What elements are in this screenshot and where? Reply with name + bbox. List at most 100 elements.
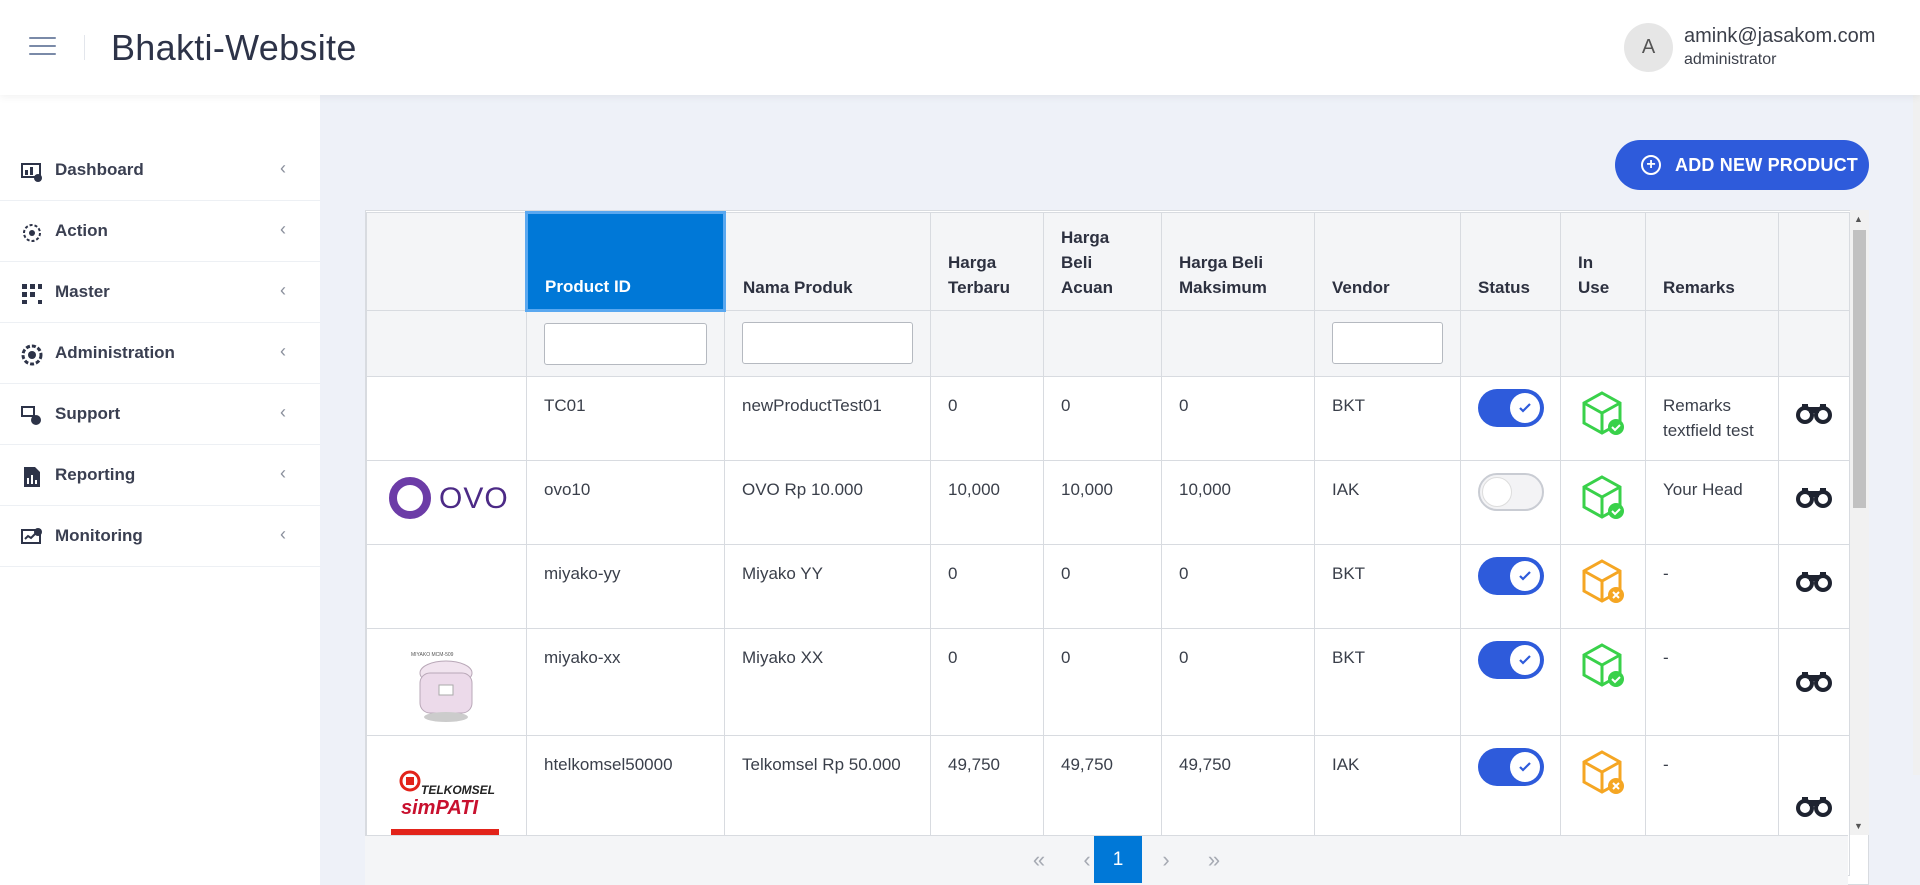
product-id-cell: miyako-yy (526, 544, 725, 629)
chevron-left-icon: ‹ (280, 219, 286, 239)
column-header-product-id[interactable]: Product ID (525, 211, 726, 312)
vendor-cell: BKT (1314, 376, 1461, 461)
binoculars-icon[interactable] (1796, 794, 1832, 818)
status-toggle[interactable] (1478, 748, 1544, 786)
nama-produk-cell: newProductTest01 (724, 376, 931, 461)
column-header-harga-terbaru[interactable]: Harga Terbaru (930, 212, 1044, 311)
table-row[interactable]: TC01 newProductTest01 0 0 0 BKT Remarks … (366, 376, 1850, 461)
table-row[interactable]: OVO ovo10 OVO Rp 10.000 10,000 10,000 10… (366, 460, 1850, 545)
harga-terbaru-cell: 0 (930, 544, 1044, 629)
page-scroll-edge (1913, 95, 1920, 775)
administration-icon (21, 344, 43, 366)
chevron-left-icon: ‹ (280, 524, 286, 544)
status-toggle[interactable] (1478, 473, 1544, 511)
filter-cell-empty (1460, 310, 1561, 377)
status-toggle[interactable] (1478, 557, 1544, 595)
nama-produk-filter-input[interactable] (742, 322, 913, 364)
product-image-cell: MIYAKO MCM-509 (366, 628, 527, 736)
check-icon (1510, 393, 1540, 423)
rice-cooker-photo: MIYAKO MCM-509 (411, 643, 481, 723)
monitoring-icon (21, 528, 42, 544)
column-header-remarks[interactable]: Remarks (1645, 212, 1779, 311)
filter-cell-empty (1161, 310, 1315, 377)
sidebar-item-label: Master (55, 282, 110, 301)
harga-beli-maksimum-cell: 0 (1161, 628, 1315, 736)
binoculars-icon[interactable] (1796, 669, 1832, 693)
nama-produk-cell: Miyako YY (724, 544, 931, 629)
hamburger-menu-icon[interactable] (29, 37, 56, 57)
binoculars-icon[interactable] (1796, 401, 1832, 425)
status-cell (1460, 628, 1561, 736)
binoculars-icon[interactable] (1796, 485, 1832, 509)
ovo-logo-text: OVO (439, 481, 509, 515)
sidebar-item-administration[interactable]: Administration ‹ (0, 323, 320, 384)
status-toggle[interactable] (1478, 641, 1544, 679)
status-cell (1460, 460, 1561, 545)
sidebar-item-monitoring[interactable]: Monitoring ‹ (0, 506, 320, 567)
actions-cell (1778, 628, 1850, 736)
column-header-harga-beli-maksimum[interactable]: Harga Beli Maksimum (1161, 212, 1315, 311)
sidebar-item-support[interactable]: Support ‹ (0, 384, 320, 445)
next-page-button[interactable]: › (1142, 836, 1190, 883)
column-header-vendor[interactable]: Vendor (1314, 212, 1461, 311)
current-page-button[interactable]: 1 (1094, 836, 1142, 883)
status-toggle[interactable] (1478, 389, 1544, 427)
scrollbar-thumb[interactable] (1853, 230, 1866, 508)
filter-cell-empty (930, 310, 1044, 377)
chevron-left-icon: ‹ (280, 158, 286, 178)
master-icon (22, 284, 42, 304)
column-header-in-use[interactable]: In Use (1560, 212, 1646, 311)
app-title: Bhakti-Website (111, 27, 357, 68)
vendor-cell: IAK (1314, 460, 1461, 545)
table-row[interactable]: miyako-yy Miyako YY 0 0 0 BKT - (366, 544, 1850, 629)
filter-cell-empty (366, 310, 527, 377)
binoculars-icon[interactable] (1796, 569, 1832, 593)
harga-terbaru-cell: 10,000 (930, 460, 1044, 545)
support-icon (21, 406, 41, 425)
remarks-cell: - (1645, 628, 1779, 736)
sidebar-item-dashboard[interactable]: Dashboard ‹ (0, 140, 320, 201)
harga-beli-acuan-cell: 0 (1043, 544, 1162, 629)
product-grid: Product ID Nama Produk Harga Terbaru Har… (365, 210, 1869, 885)
column-header-nama-produk[interactable]: Nama Produk (724, 212, 931, 311)
first-page-button[interactable]: « (1015, 836, 1063, 883)
in-use-cell (1560, 544, 1646, 629)
box-check-icon (1582, 475, 1624, 519)
actions-cell (1778, 544, 1850, 629)
actions-cell (1778, 376, 1850, 461)
table-row[interactable]: MIYAKO MCM-509 miyako-xx Miyako XX 0 0 0… (366, 628, 1850, 736)
user-email[interactable]: amink@jasakom.com (1684, 25, 1875, 48)
rice-cooker-drawing (419, 660, 473, 722)
vendor-cell: BKT (1314, 544, 1461, 629)
in-use-cell (1560, 376, 1646, 461)
scroll-down-arrow-icon[interactable]: ▼ (1854, 821, 1863, 831)
sidebar-item-action[interactable]: Action ‹ (0, 201, 320, 262)
column-header-actions (1778, 212, 1850, 311)
plus-circle-icon: + (1641, 155, 1661, 175)
sidebar-item-reporting[interactable]: Reporting ‹ (0, 445, 320, 506)
sidebar-item-label: Monitoring (55, 526, 143, 545)
last-page-button[interactable]: » (1190, 836, 1238, 883)
scroll-up-arrow-icon[interactable]: ▲ (1854, 214, 1863, 224)
product-id-cell: ovo10 (526, 460, 725, 545)
column-header-status[interactable]: Status (1460, 212, 1561, 311)
column-header-harga-beli-acuan[interactable]: Harga Beli Acuan (1043, 212, 1162, 311)
status-cell (1460, 544, 1561, 629)
box-check-icon (1582, 391, 1624, 435)
avatar[interactable]: A (1624, 23, 1673, 72)
harga-beli-maksimum-cell: 0 (1161, 544, 1315, 629)
harga-beli-maksimum-cell: 10,000 (1161, 460, 1315, 545)
user-role: administrator (1684, 51, 1777, 68)
product-id-filter-input[interactable] (544, 323, 707, 365)
vendor-filter-input[interactable] (1332, 322, 1443, 364)
add-new-product-button[interactable]: + ADD NEW PRODUCT (1615, 140, 1869, 190)
dashboard-icon (21, 163, 42, 182)
chevron-left-icon: ‹ (280, 280, 286, 300)
table-scrollbar[interactable]: ▲ ▼ (1850, 210, 1869, 835)
sidebar-item-master[interactable]: Master ‹ (0, 262, 320, 323)
sidebar-item-label: Action (55, 221, 108, 240)
actions-cell (1778, 460, 1850, 545)
in-use-cell (1560, 460, 1646, 545)
filter-cell (724, 310, 931, 377)
action-icon (23, 224, 41, 242)
